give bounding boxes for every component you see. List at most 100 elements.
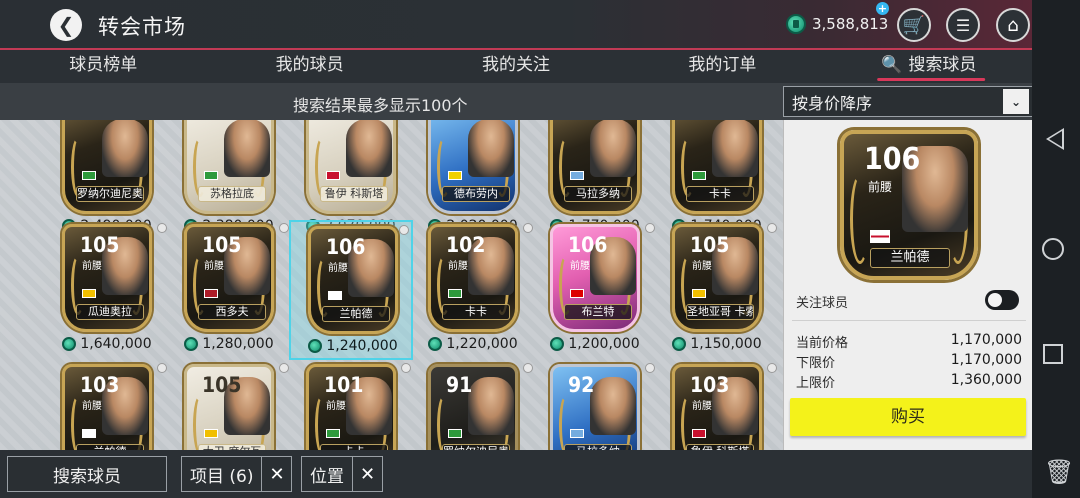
player-price: 1,150,000 (655, 336, 779, 352)
player-name: 鲁伊 科斯塔 (320, 186, 388, 202)
nation-flag-icon (326, 429, 340, 438)
nation-flag-icon (692, 171, 706, 180)
player-grid[interactable]: 罗纳尔迪尼奥2,490,000苏格拉底2,380,000鲁伊 科斯塔2,070,… (0, 120, 783, 450)
player-position: 前腰 (570, 261, 590, 272)
bottom-bar: 搜索球员 项目 (6) ✕ 位置 ✕ (0, 450, 1032, 498)
player-card-cell[interactable]: 102 前腰 卡卡 1,220,000 (411, 220, 535, 360)
nation-flag-icon (82, 289, 96, 298)
min-price-value: 1,170,000 (950, 352, 1022, 368)
player-portrait (590, 120, 636, 177)
player-portrait (712, 120, 758, 177)
player-name: 兰帕德 (870, 248, 950, 268)
tab-player-ranking[interactable]: 球员榜单 (0, 50, 206, 83)
player-card-cell[interactable]: 105 前腰 西多夫 1,280,000 (167, 220, 291, 360)
selected-player-card: 106 前腰 兰帕德 (840, 130, 978, 280)
player-rating: 102 (446, 233, 486, 257)
player-position: 前腰 (328, 263, 348, 274)
player-card-cell[interactable]: 92马拉多纳 (533, 360, 657, 450)
top-bar: ❮ 转会市场 3,588,813 + 🛒 ☰ ⌂ (0, 0, 1032, 50)
player-name: 卡卡 (686, 186, 754, 202)
close-icon[interactable]: ✕ (261, 457, 291, 491)
back-button[interactable]: ❮ (50, 9, 82, 41)
buy-button[interactable]: 购买 (790, 398, 1026, 436)
system-recents-icon[interactable] (1043, 344, 1063, 364)
coin-value: 3,588,813 (812, 15, 889, 33)
status-dot-icon (399, 225, 409, 235)
player-price: 1,220,000 (411, 336, 535, 352)
close-icon[interactable]: ✕ (352, 457, 382, 491)
tab-my-players[interactable]: 我的球员 (206, 50, 412, 83)
max-price-row: 上限价 1,360,000 (796, 372, 1022, 391)
coin-icon (550, 337, 565, 351)
tab-my-watchlist[interactable]: 我的关注 (413, 50, 619, 83)
player-card: 鲁伊 科斯塔 (306, 120, 396, 214)
player-position: 前腰 (82, 401, 102, 412)
status-dot-icon (157, 363, 167, 373)
coin-icon (184, 337, 199, 351)
player-rating: 101 (324, 373, 364, 397)
player-card-cell[interactable]: 105 前腰圣地亚哥 卡索拉 1,150,000 (655, 220, 779, 360)
nation-flag-icon (448, 171, 462, 180)
trash-icon[interactable]: 🗑 (1044, 458, 1074, 488)
player-card: 卡卡 (672, 120, 762, 214)
player-rating: 106 (326, 235, 366, 259)
player-card-cell[interactable]: 101前腰卡卡 (289, 360, 413, 450)
player-position: 前腰 (204, 261, 224, 272)
checklist-button[interactable]: ☰ (946, 8, 980, 42)
player-position: 前腰 (326, 401, 346, 412)
tab-search-players[interactable]: 🔍 搜索球员 (826, 50, 1032, 83)
coin-icon (428, 337, 443, 351)
england-flag-icon (870, 230, 890, 243)
nation-flag-icon (204, 429, 218, 438)
player-price: 1,240,000 (291, 338, 415, 354)
system-home-icon[interactable] (1042, 238, 1064, 260)
search-players-button[interactable]: 搜索球员 (7, 456, 167, 492)
player-position: 前腰 (868, 180, 893, 194)
status-dot-icon (279, 363, 289, 373)
add-coins-icon[interactable]: + (876, 2, 889, 15)
player-card: 91罗纳尔迪尼奥 (428, 364, 518, 450)
tab-my-orders[interactable]: 我的订单 (619, 50, 825, 83)
follow-label: 关注球员 (796, 296, 849, 311)
sort-dropdown[interactable]: 按身价降序 ⌄ (783, 86, 1033, 117)
nation-flag-icon (204, 289, 218, 298)
player-rating: 105 (80, 233, 120, 257)
player-card: 103前腰兰帕德 (62, 364, 152, 450)
player-price: 1,280,000 (167, 336, 291, 352)
laurel-left-icon (559, 395, 573, 450)
filter-chip-items[interactable]: 项目 (6) ✕ (181, 456, 293, 492)
laurel-left-icon (850, 174, 870, 264)
status-dot-icon (523, 223, 533, 233)
player-card-cell[interactable]: 103前腰兰帕德 (45, 360, 169, 450)
player-rating: 92 (568, 373, 595, 397)
coin-balance: 3,588,813 (786, 11, 888, 37)
player-card-cell[interactable]: 105 前腰 瓜迪奥拉 1,640,000 (45, 220, 169, 360)
player-name: 兰帕德 (322, 306, 390, 322)
player-name: 卡卡 (442, 304, 510, 320)
system-nav-bar: 🗑 (1032, 0, 1080, 498)
system-back-icon[interactable] (1046, 128, 1064, 150)
filter-chip-position[interactable]: 位置 ✕ (301, 456, 383, 492)
nation-flag-icon (692, 429, 706, 438)
player-rating: 103 (80, 373, 120, 397)
player-name: 瓜迪奥拉 (76, 304, 144, 320)
player-card-cell[interactable]: 106 前腰 布兰特 1,200,000 (533, 220, 657, 360)
player-name: 德布劳内 (442, 186, 510, 202)
player-name: 圣地亚哥 卡索拉 (686, 304, 754, 320)
nation-flag-icon (326, 171, 340, 180)
coin-icon (308, 339, 323, 353)
player-card-cell[interactable]: 105大卫 席尔瓦 (167, 360, 291, 450)
home-button[interactable]: ⌂ (996, 8, 1030, 42)
player-card-cell[interactable]: 106 前腰兰帕德 1,240,000 (289, 220, 413, 360)
player-card-cell[interactable]: 103前腰鲁伊 科斯塔 (655, 360, 779, 450)
follow-toggle[interactable] (985, 290, 1019, 310)
player-card: 罗纳尔迪尼奥 (62, 120, 152, 214)
status-dot-icon (645, 363, 655, 373)
home-icon: ⌂ (1007, 14, 1019, 36)
cart-button[interactable]: 🛒 (897, 8, 931, 42)
coin-icon (672, 337, 687, 351)
nation-flag-icon (570, 429, 584, 438)
status-dot-icon (401, 363, 411, 373)
player-rating: 91 (446, 373, 473, 397)
player-card-cell[interactable]: 91罗纳尔迪尼奥 (411, 360, 535, 450)
